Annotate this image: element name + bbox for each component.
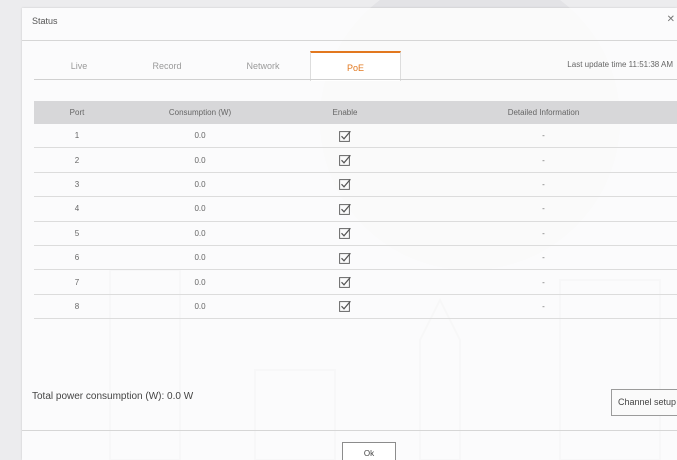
table-body: 1 0.0-2 0.0-3 0.0-4 0.0-5 0.0-6 0.0-7 0.0-8 0.0-: [34, 124, 677, 320]
enable-checkbox[interactable]: [339, 227, 351, 240]
port-number: 8: [34, 294, 120, 320]
divider: [22, 430, 677, 431]
header-port: Port: [34, 101, 120, 124]
port-consumption: 0.0: [120, 294, 280, 320]
table-row: 7 0.0 -: [34, 269, 677, 295]
enable-checkbox[interactable]: [339, 130, 351, 142]
port-number: 2: [34, 147, 120, 173]
enable-cell: [280, 124, 410, 149]
ok-button[interactable]: Ok: [342, 442, 396, 460]
enable-cell: [280, 172, 410, 198]
enable-cell: [280, 294, 410, 320]
port-consumption: 0.0: [120, 147, 280, 173]
tab-live[interactable]: Live: [38, 51, 120, 79]
enable-checkbox[interactable]: [339, 178, 351, 191]
enable-checkbox[interactable]: [339, 300, 351, 313]
port-number: 4: [34, 196, 120, 222]
port-consumption: 0.0: [120, 269, 280, 295]
detailed-information: -: [410, 245, 677, 271]
detailed-information: -: [410, 221, 677, 246]
tabs-divider: [34, 79, 677, 80]
enable-checkbox[interactable]: [339, 203, 351, 215]
enable-cell: [280, 147, 410, 173]
table-row: 2 0.0 -: [34, 147, 677, 173]
tab-record[interactable]: Record: [126, 51, 208, 79]
port-consumption: 0.0: [120, 221, 280, 246]
channel-setup-button[interactable]: Channel setup: [611, 389, 677, 416]
detailed-information: -: [410, 172, 677, 198]
port-number: 7: [34, 269, 120, 295]
enable-cell: [280, 221, 410, 246]
port-consumption: 0.0: [120, 196, 280, 222]
port-number: 3: [34, 172, 120, 198]
last-update-time: Last update time 11:51:38 AM: [567, 60, 673, 69]
detailed-information: -: [410, 294, 677, 320]
table-row: 4 0.0 -: [34, 196, 677, 222]
enable-checkbox[interactable]: [339, 276, 351, 288]
port-number: 1: [34, 124, 120, 149]
enable-checkbox[interactable]: [339, 154, 351, 166]
table-row: 3 0.0 -: [34, 172, 677, 198]
header-detailed-information: Detailed Information: [410, 101, 677, 124]
detailed-information: -: [410, 196, 677, 222]
port-number: 5: [34, 221, 120, 246]
detailed-information: -: [410, 269, 677, 295]
table-row: 5 0.0 -: [34, 221, 677, 246]
header-consumption: Consumption (W): [120, 101, 280, 124]
detailed-information: -: [410, 124, 677, 149]
tab-poe[interactable]: PoE: [310, 51, 401, 81]
port-number: 6: [34, 245, 120, 271]
port-consumption: 0.0: [120, 124, 280, 149]
header-enable: Enable: [280, 101, 410, 124]
table-header-row: Port Consumption (W) Enable Detailed Inf…: [34, 101, 677, 124]
total-power-consumption: Total power consumption (W): 0.0 W: [32, 391, 194, 402]
table-row: 1 0.0 -: [34, 124, 677, 149]
table-row: 6 0.0 -: [34, 245, 677, 271]
enable-cell: [280, 245, 410, 271]
tab-network[interactable]: Network: [218, 51, 308, 79]
table-row: 8 0.0 -: [34, 294, 677, 320]
divider: [22, 40, 677, 41]
enable-checkbox[interactable]: [339, 252, 351, 264]
enable-cell: [280, 196, 410, 222]
port-consumption: 0.0: [120, 245, 280, 271]
close-icon[interactable]: ✕: [667, 14, 675, 25]
dialog-title: Status: [32, 16, 58, 26]
enable-cell: [280, 269, 410, 295]
poe-port-table: Port Consumption (W) Enable Detailed Inf…: [34, 101, 677, 320]
detailed-information: -: [410, 147, 677, 173]
port-consumption: 0.0: [120, 172, 280, 198]
status-dialog: Status ✕ Live Record Network PoE Last up…: [22, 8, 677, 460]
